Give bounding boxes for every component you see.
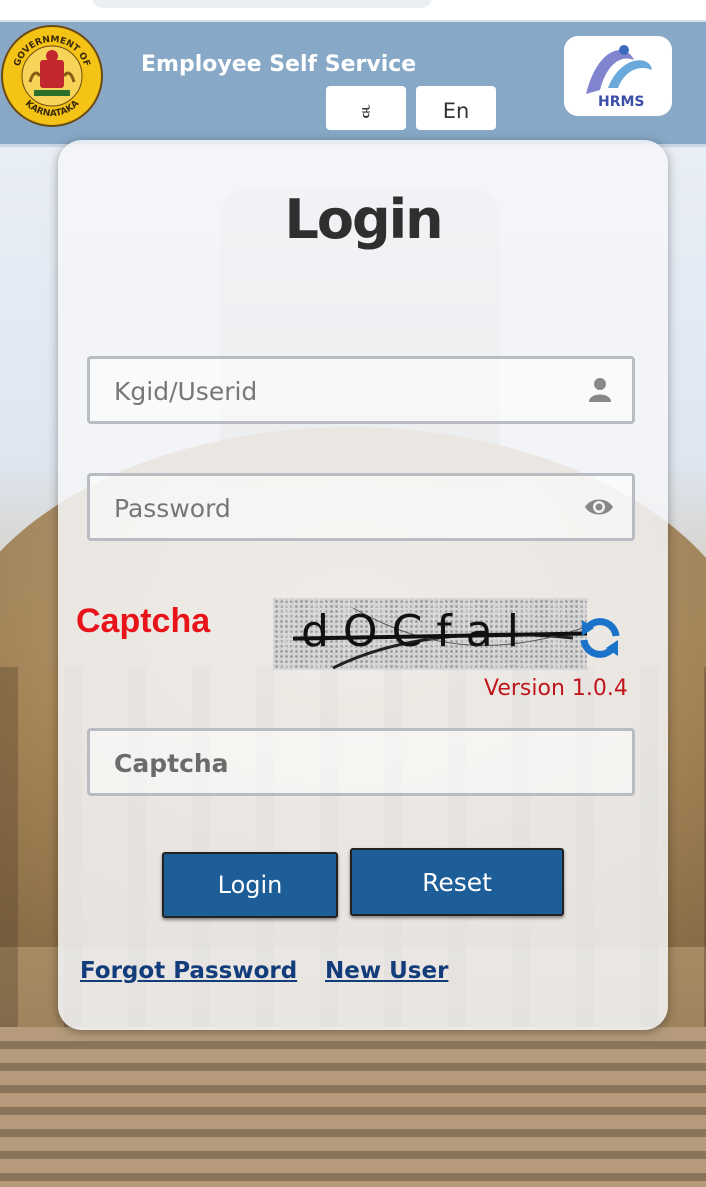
language-kannada-button[interactable]: ಕ [326, 86, 406, 130]
app-title: Employee Self Service [141, 52, 417, 77]
refresh-icon[interactable] [576, 614, 624, 662]
captcha-input[interactable] [112, 731, 586, 795]
password-input[interactable] [112, 476, 586, 540]
userid-input[interactable] [112, 359, 586, 423]
password-field[interactable] [87, 473, 635, 541]
app-header: GOVERNMENT OF KARNATAKA Employee Self Se… [0, 22, 706, 147]
login-card: Login Captcha dOCfal Version 1.0.4 [58, 140, 668, 1030]
captcha-image: dOCfal [273, 598, 587, 670]
eye-icon[interactable] [584, 493, 614, 521]
captcha-image-text: dOCfal [301, 606, 533, 657]
userid-field[interactable] [87, 356, 635, 424]
new-user-link[interactable]: New User [325, 958, 448, 984]
hrms-logo: HRMS [564, 36, 672, 116]
login-button[interactable]: Login [162, 852, 338, 918]
reset-button[interactable]: Reset [350, 848, 564, 916]
browser-top-strip [0, 0, 706, 22]
user-icon [589, 378, 611, 402]
background-steps [0, 1027, 706, 1187]
karnataka-emblem-logo: GOVERNMENT OF KARNATAKA [1, 25, 103, 127]
hrms-logo-text: HRMS [598, 94, 645, 110]
hrms-logo-graphic: HRMS [586, 45, 652, 110]
version-text: Version 1.0.4 [484, 676, 628, 701]
forgot-password-link[interactable]: Forgot Password [80, 958, 297, 984]
captcha-label: Captcha [76, 602, 211, 640]
captcha-field[interactable] [87, 728, 635, 796]
login-title: Login [284, 188, 443, 251]
language-english-button[interactable]: En [416, 86, 496, 130]
browser-address-bar[interactable] [92, 0, 432, 8]
